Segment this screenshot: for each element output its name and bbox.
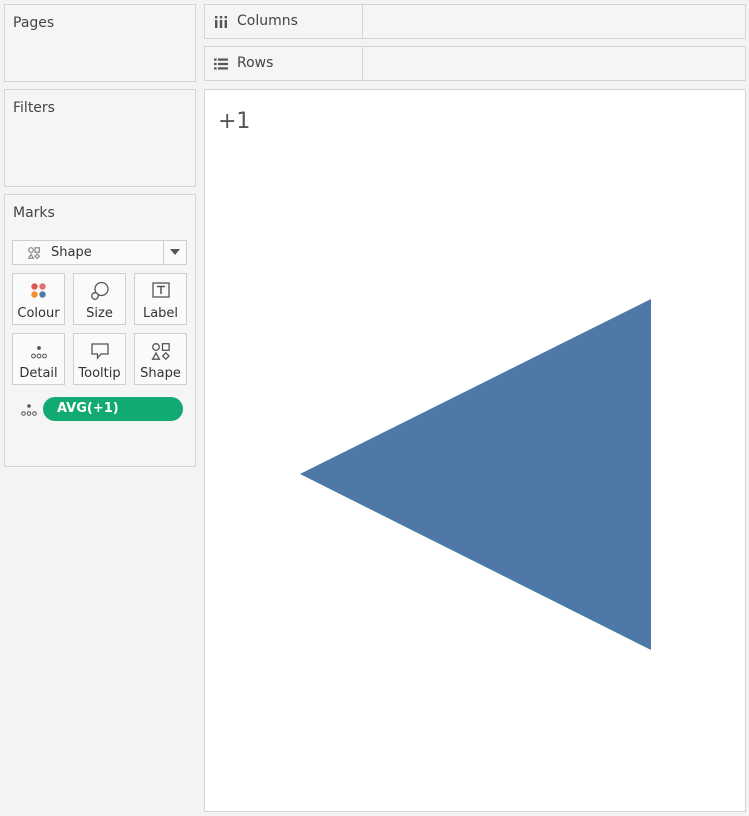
columns-label: Columns [237, 13, 298, 29]
view-canvas[interactable]: +1 [204, 89, 746, 812]
detail-icon [31, 346, 47, 359]
columns-shelf[interactable]: Columns [204, 4, 746, 39]
tooltip-icon [91, 343, 109, 360]
detail-label: Detail [19, 366, 58, 381]
shape-button[interactable]: Shape [134, 333, 187, 385]
shape-label: Shape [140, 366, 181, 381]
rows-label: Rows [237, 55, 274, 71]
colour-label: Colour [17, 306, 60, 321]
rows-icon [214, 58, 228, 70]
columns-icon [215, 16, 227, 28]
size-button[interactable]: Size [73, 273, 126, 325]
marks-title: Marks [13, 205, 55, 221]
tooltip-label: Tooltip [78, 366, 121, 381]
size-label: Size [86, 306, 113, 321]
chevron-down-icon [170, 249, 180, 255]
columns-drop-zone[interactable] [363, 5, 745, 38]
shape-mark-canvas [300, 299, 651, 650]
size-icon [91, 281, 109, 300]
mark-type-dropdown[interactable]: Shape [12, 240, 187, 265]
columns-shelf-label: Columns [205, 5, 363, 38]
rows-shelf[interactable]: Rows [204, 46, 746, 81]
tooltip-button[interactable]: Tooltip [73, 333, 126, 385]
dropdown-arrow[interactable] [163, 241, 186, 264]
label-button[interactable]: Label [134, 273, 187, 325]
label-label: Label [142, 306, 179, 321]
colour-button[interactable]: Colour [12, 273, 65, 325]
filters-title: Filters [13, 100, 55, 116]
shape-icon [151, 343, 170, 361]
rows-shelf-label: Rows [205, 47, 363, 80]
pages-card[interactable]: Pages [4, 4, 196, 82]
pages-title: Pages [13, 15, 55, 31]
avg-field-pill[interactable]: AVG(+1) [43, 397, 183, 421]
shape-icon [27, 247, 41, 260]
filters-card[interactable]: Filters [4, 89, 196, 187]
detail-button[interactable]: Detail [12, 333, 65, 385]
detail-icon [21, 404, 37, 416]
label-icon [152, 282, 170, 298]
mark-type-value: Shape [51, 245, 92, 260]
triangle-mark[interactable] [300, 299, 651, 650]
colour-icon [31, 283, 46, 298]
marks-card: Marks [4, 194, 196, 467]
rows-drop-zone[interactable] [363, 47, 745, 80]
